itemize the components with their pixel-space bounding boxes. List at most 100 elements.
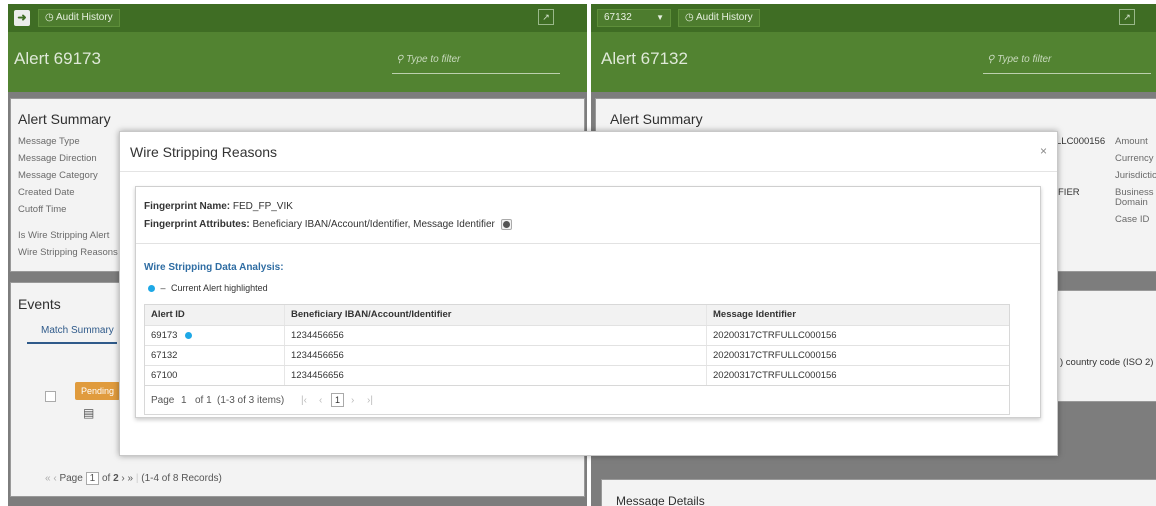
prev-page-icon[interactable]: « ‹ (45, 473, 57, 484)
right-audit-history-button[interactable]: ◷ Audit History (678, 9, 760, 27)
alert-id-cell: 67132 (145, 346, 285, 366)
left-events-pager: « ‹ Page 1 of 2 › » | (1-4 of 8 Records) (45, 472, 222, 485)
row-checkbox[interactable] (45, 391, 56, 402)
search-icon: ⚲ (987, 54, 995, 65)
fingerprint-name-label: Fingerprint Name: (144, 201, 231, 212)
expand-icon: ↗ (542, 12, 550, 22)
comment-icon[interactable]: ▤ (83, 406, 94, 420)
message-id-cell: 20200317CTRFULLC000156 (713, 350, 837, 361)
filter-placeholder: Type to filter (406, 54, 461, 65)
left-filter-input[interactable]: ⚲ Type to filter (392, 54, 560, 74)
of-label: of (101, 473, 111, 484)
tab-match-summary[interactable]: Match Summary (27, 325, 117, 344)
alert-id: 69173 (151, 330, 178, 341)
summary-field-label: Cutoff Time (18, 204, 67, 215)
panel-divider (136, 243, 1040, 244)
status-badge: Pending (75, 382, 121, 400)
message-details-title: Message Details (616, 494, 705, 506)
left-alert-summary-title: Alert Summary (18, 111, 111, 127)
left-top-bar: ➜ ◷ Audit History ↗ (8, 4, 587, 32)
page-value[interactable]: 1 (181, 395, 187, 406)
column-header-alert-id[interactable]: Alert ID (145, 305, 285, 325)
back-button[interactable]: ➜ (14, 10, 30, 26)
next-page-icon[interactable]: › » (121, 473, 133, 484)
current-page-button[interactable]: 1 (331, 393, 344, 407)
table-row[interactable]: 69173 1234456656 20200317CTRFULLC000156 (145, 325, 1009, 346)
column-header-beneficiary[interactable]: Beneficiary IBAN/Account/Identifier (285, 305, 707, 325)
wire-stripping-grid: Alert ID Beneficiary IBAN/Account/Identi… (144, 304, 1010, 415)
summary-field-label: Wire Stripping Reasons (18, 247, 118, 258)
filter-placeholder: Type to filter (997, 54, 1052, 65)
summary-field-label: Message Type (18, 136, 80, 147)
grid-header-row: Alert ID Beneficiary IBAN/Account/Identi… (145, 305, 1009, 325)
grid-pager: Page 1 of 1 (1-3 of 3 items) |‹ ‹ 1 › ›| (145, 385, 1009, 414)
alert-id-cell: 67100 (145, 366, 285, 386)
legend-text: Current Alert highlighted (171, 283, 268, 293)
caret-down-icon: ▼ (656, 13, 664, 22)
of-pages: of 1 (195, 395, 212, 406)
alert-select[interactable]: 67132 ▼ (597, 9, 671, 27)
right-alert-summary-title: Alert Summary (610, 111, 703, 127)
history-icon: ◷ (685, 12, 694, 23)
legend-dash: – (160, 283, 166, 293)
legend: – Current Alert highlighted (148, 283, 268, 293)
summary-field-label: Amount (1115, 136, 1148, 147)
fingerprint-attributes-label: Fingerprint Attributes: (144, 219, 250, 231)
close-icon[interactable]: × (1040, 144, 1047, 158)
right-alert-title: Alert 67132 (601, 49, 688, 68)
column-header-message-identifier[interactable]: Message Identifier (707, 305, 1011, 325)
last-page-icon[interactable]: ›| (367, 395, 373, 406)
left-alert-title: Alert 69173 (14, 49, 101, 68)
chevron-down-icon[interactable] (500, 219, 512, 230)
summary-field-label: Case ID (1115, 214, 1150, 225)
audit-history-label: Audit History (695, 12, 753, 23)
audit-history-label: Audit History (55, 12, 113, 23)
summary-value-partial: FIER (1058, 187, 1080, 198)
alert-id-cell: 69173 (145, 326, 285, 346)
beneficiary-cell: 1234456656 (285, 326, 707, 346)
items-count: (1-3 of 3 items) (217, 395, 285, 406)
table-row[interactable]: 67100 1234456656 20200317CTRFULLC000156 (145, 365, 1009, 386)
table-row[interactable]: 67132 1234456656 20200317CTRFULLC000156 (145, 345, 1009, 366)
summary-field-label: Message Direction (18, 153, 97, 164)
summary-field-label: Created Date (18, 187, 75, 198)
beneficiary-cell: 1234456656 (285, 366, 707, 386)
first-page-icon[interactable]: |‹ (301, 395, 307, 406)
summary-field-label: Jurisdictio (1115, 170, 1156, 181)
search-icon: ⚲ (396, 54, 404, 65)
summary-field-label: Message Category (18, 170, 98, 181)
total-pages: 2 (113, 473, 119, 484)
left-expand-button[interactable]: ↗ (538, 9, 554, 25)
message-details-card: Message Details (601, 479, 1156, 506)
history-icon: ◷ (45, 12, 54, 23)
alert-select-value: 67132 (604, 12, 632, 23)
beneficiary-cell: 1234456656 (285, 346, 707, 366)
right-expand-button[interactable]: ↗ (1119, 9, 1135, 25)
message-id-cell: 20200317CTRFULLC000156 (713, 330, 837, 341)
left-audit-history-button[interactable]: ◷ Audit History (38, 9, 120, 27)
next-page-icon[interactable]: › (351, 395, 354, 406)
prev-page-icon[interactable]: ‹ (319, 395, 322, 406)
records-count: (1-4 of 8 Records) (141, 473, 222, 484)
page-number-input[interactable]: 1 (85, 472, 100, 485)
right-filter-input[interactable]: ⚲ Type to filter (983, 54, 1151, 74)
summary-field-label: Domain (1115, 197, 1148, 208)
fingerprint-panel: Fingerprint Name: FED_FP_VIK Fingerprint… (135, 186, 1041, 418)
country-code-text: ) country code (ISO 2) (1060, 357, 1154, 368)
summary-field-label: Currency (1115, 153, 1154, 164)
current-alert-dot-icon (185, 331, 193, 339)
message-id-cell: 20200317CTRFULLC000156 (713, 370, 837, 381)
fingerprint-name-value: FED_FP_VIK (232, 201, 293, 212)
fingerprint-attributes-value: Beneficiary IBAN/Account/Identifier, Mes… (252, 219, 495, 231)
fingerprint-name: Fingerprint Name: FED_FP_VIK (144, 201, 293, 212)
wire-stripping-reasons-modal: Wire Stripping Reasons × Fingerprint Nam… (119, 131, 1058, 456)
arrow-left-icon: ➜ (17, 12, 27, 24)
events-title: Events (18, 296, 61, 312)
expand-icon: ↗ (1123, 12, 1131, 22)
modal-header: Wire Stripping Reasons × (120, 132, 1057, 172)
page-label: Page (151, 395, 175, 406)
page-label: Page (59, 473, 83, 484)
analysis-title: Wire Stripping Data Analysis: (144, 262, 284, 273)
modal-title: Wire Stripping Reasons (130, 144, 278, 160)
right-top-bar: 67132 ▼ ◷ Audit History ↗ (591, 4, 1156, 32)
